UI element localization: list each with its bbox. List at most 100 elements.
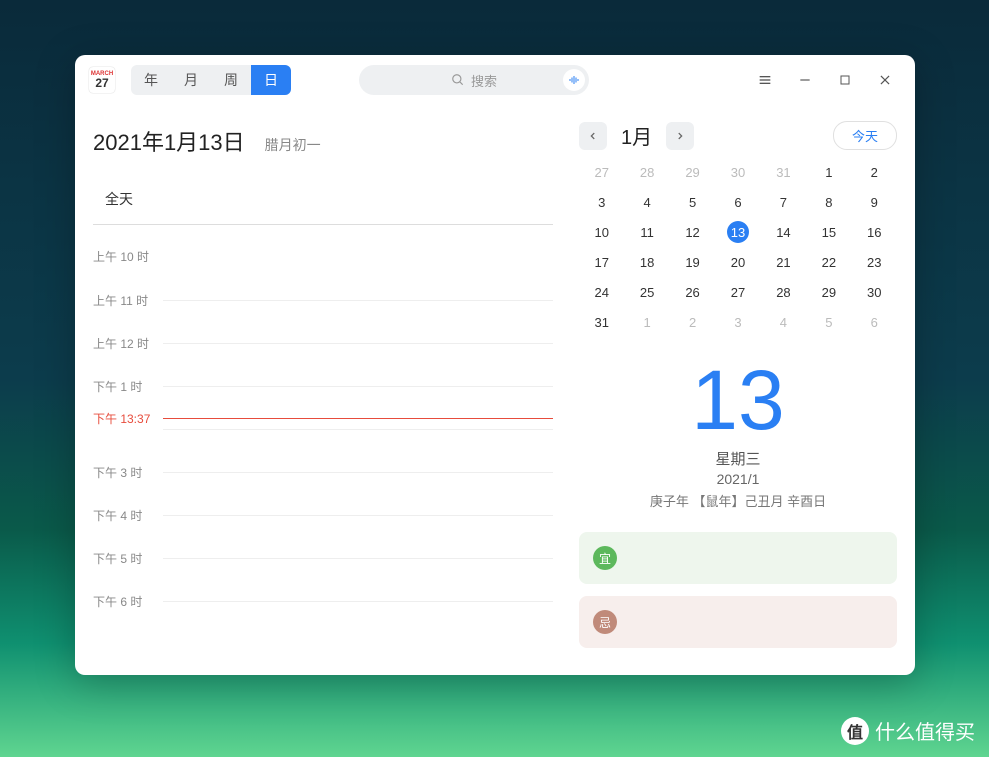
- day-cell[interactable]: 6: [715, 190, 760, 214]
- time-slot[interactable]: 上午 10 时: [163, 257, 553, 300]
- day-cell[interactable]: 6: [852, 310, 897, 334]
- maximize-button[interactable]: [829, 64, 861, 96]
- day-cell[interactable]: 21: [761, 250, 806, 274]
- day-cell[interactable]: 16: [852, 220, 897, 244]
- time-label: 下午 1 时: [93, 378, 155, 395]
- prev-month-button[interactable]: [579, 122, 607, 150]
- day-cell[interactable]: 30: [715, 160, 760, 184]
- time-slot[interactable]: 上午 11 时: [163, 300, 553, 343]
- day-cell[interactable]: 7: [761, 190, 806, 214]
- day-cell[interactable]: 11: [624, 220, 669, 244]
- time-slot[interactable]: 下午 6 时: [163, 601, 553, 644]
- watermark: 值 什么值得买: [841, 716, 975, 745]
- day-cell[interactable]: 27: [715, 280, 760, 304]
- minimize-button[interactable]: [789, 64, 821, 96]
- now-indicator: 下午 13:37: [163, 418, 553, 419]
- view-day-tab[interactable]: 日: [251, 65, 291, 95]
- day-cell[interactable]: 20: [715, 250, 760, 274]
- day-cell[interactable]: 3: [579, 190, 624, 214]
- close-button[interactable]: [869, 64, 901, 96]
- day-cell[interactable]: 31: [761, 160, 806, 184]
- search-placeholder: 搜索: [471, 71, 497, 90]
- time-label: 上午 11 时: [93, 292, 155, 309]
- now-time-label: 下午 13:37: [93, 410, 155, 427]
- day-cell[interactable]: 2: [670, 310, 715, 334]
- day-cell[interactable]: 17: [579, 250, 624, 274]
- time-label: 下午 5 时: [93, 550, 155, 567]
- watermark-text: 什么值得买: [875, 716, 975, 745]
- timeline[interactable]: 上午 10 时上午 11 时上午 12 时下午 1 时下午 13:37下午 3 …: [93, 225, 553, 675]
- day-cell[interactable]: 29: [806, 280, 851, 304]
- day-cell[interactable]: 5: [670, 190, 715, 214]
- time-slot[interactable]: 下午 13:37: [163, 429, 553, 472]
- today-button[interactable]: 今天: [833, 121, 897, 150]
- day-cell[interactable]: 31: [579, 310, 624, 334]
- chevron-left-icon: [588, 131, 598, 141]
- menu-button[interactable]: [749, 64, 781, 96]
- day-cell[interactable]: 26: [670, 280, 715, 304]
- day-cell[interactable]: 1: [624, 310, 669, 334]
- day-cell[interactable]: 8: [806, 190, 851, 214]
- day-cell[interactable]: 4: [624, 190, 669, 214]
- app-icon: MARCH 27: [89, 67, 115, 93]
- main-content: 2021年1月13日 腊月初一 全天 上午 10 时上午 11 时上午 12 时…: [75, 105, 915, 675]
- next-month-button[interactable]: [666, 122, 694, 150]
- day-cell[interactable]: 13: [715, 220, 760, 244]
- day-cell[interactable]: 28: [624, 160, 669, 184]
- chevron-right-icon: [675, 131, 685, 141]
- time-slot[interactable]: 下午 5 时: [163, 558, 553, 601]
- time-slot[interactable]: 下午 4 时: [163, 515, 553, 558]
- allday-row[interactable]: 全天: [93, 173, 553, 225]
- day-cell[interactable]: 23: [852, 250, 897, 274]
- month-label: 1月: [615, 121, 658, 150]
- day-cell[interactable]: 25: [624, 280, 669, 304]
- close-icon: [878, 73, 892, 87]
- view-year-tab[interactable]: 年: [131, 65, 171, 95]
- day-cell[interactable]: 3: [715, 310, 760, 334]
- ji-badge: 忌: [593, 610, 617, 634]
- minimize-icon: [798, 73, 812, 87]
- search-input[interactable]: 搜索: [359, 65, 589, 95]
- day-schedule-pane: 2021年1月13日 腊月初一 全天 上午 10 时上午 11 时上午 12 时…: [75, 105, 565, 675]
- day-cell[interactable]: 28: [761, 280, 806, 304]
- fortune-ji-card: 忌: [579, 596, 897, 648]
- day-cell[interactable]: 19: [670, 250, 715, 274]
- day-cell[interactable]: 30: [852, 280, 897, 304]
- time-slot[interactable]: 下午 1 时: [163, 386, 553, 429]
- view-month-tab[interactable]: 月: [171, 65, 211, 95]
- view-week-tab[interactable]: 周: [211, 65, 251, 95]
- day-cell[interactable]: 4: [761, 310, 806, 334]
- day-detail: 13 星期三 2021/1 庚子年 【鼠年】己丑月 辛酉日: [579, 358, 897, 510]
- day-cell[interactable]: 24: [579, 280, 624, 304]
- yi-badge: 宜: [593, 546, 617, 570]
- time-slot[interactable]: 上午 12 时: [163, 343, 553, 386]
- fortune-yi-card: 宜: [579, 532, 897, 584]
- day-cell[interactable]: 27: [579, 160, 624, 184]
- day-cell[interactable]: 22: [806, 250, 851, 274]
- app-icon-day: 27: [95, 77, 108, 89]
- view-segment: 年 月 周 日: [131, 65, 291, 95]
- day-cell[interactable]: 14: [761, 220, 806, 244]
- mini-calendar: 2728293031123456789101112131415161718192…: [579, 160, 897, 334]
- maximize-icon: [839, 74, 851, 86]
- search-icon: [451, 73, 465, 87]
- day-cell[interactable]: 15: [806, 220, 851, 244]
- day-cell[interactable]: 5: [806, 310, 851, 334]
- voice-search-button[interactable]: [563, 69, 585, 91]
- calendar-sidebar: 1月 今天 2728293031123456789101112131415161…: [565, 105, 915, 675]
- day-cell[interactable]: 9: [852, 190, 897, 214]
- date-header: 2021年1月13日 腊月初一: [93, 125, 565, 173]
- day-cell[interactable]: 18: [624, 250, 669, 274]
- lunar-full-label: 庚子年 【鼠年】己丑月 辛酉日: [579, 491, 897, 510]
- day-cell[interactable]: 29: [670, 160, 715, 184]
- time-label: 上午 12 时: [93, 335, 155, 352]
- sound-wave-icon: [568, 74, 580, 86]
- day-cell[interactable]: 1: [806, 160, 851, 184]
- time-slot[interactable]: 下午 3 时: [163, 472, 553, 515]
- big-day-number: 13: [579, 358, 897, 442]
- year-month-label: 2021/1: [579, 471, 897, 487]
- time-label: 下午 4 时: [93, 507, 155, 524]
- day-cell[interactable]: 2: [852, 160, 897, 184]
- day-cell[interactable]: 12: [670, 220, 715, 244]
- day-cell[interactable]: 10: [579, 220, 624, 244]
